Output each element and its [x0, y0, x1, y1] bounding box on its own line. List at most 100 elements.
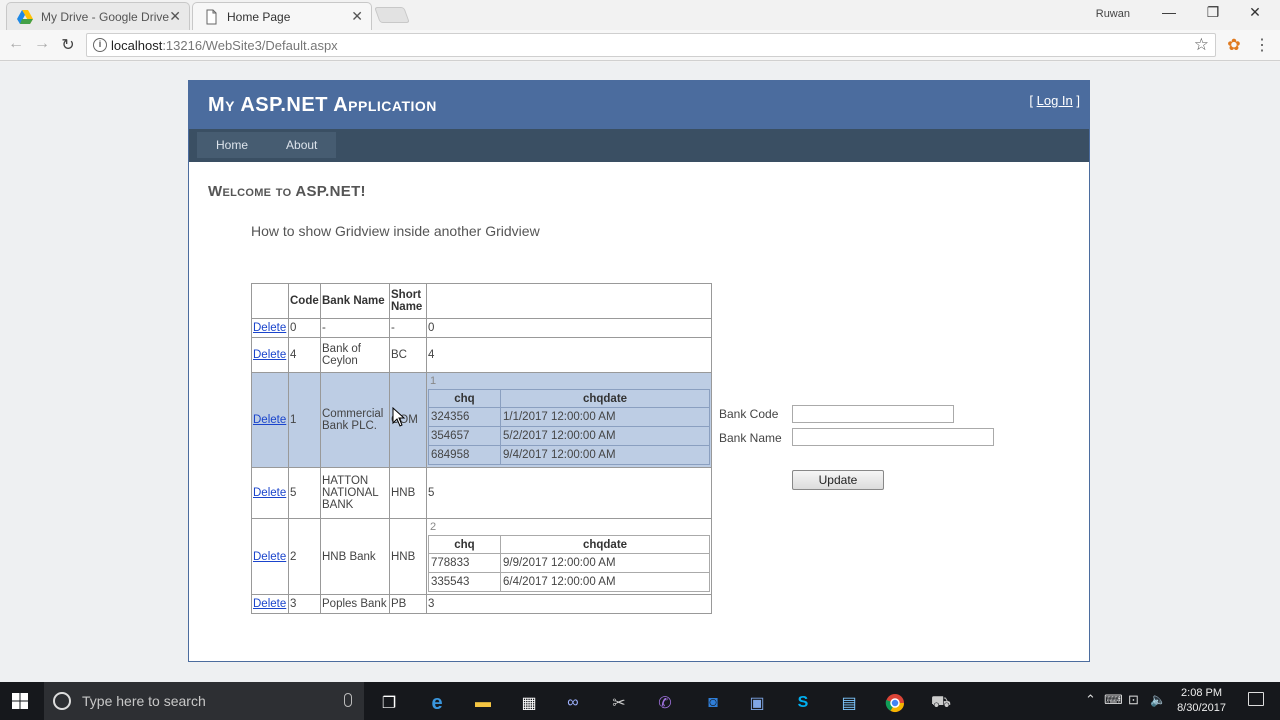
bank-code-input[interactable] [792, 405, 954, 423]
info-icon[interactable]: i [93, 38, 107, 52]
visual-studio-icon[interactable]: ∞ [550, 688, 596, 718]
app-icon[interactable]: ⛟ [918, 688, 964, 718]
taskbar-search[interactable]: Type here to search [44, 682, 364, 720]
profile-name[interactable]: Ruwan [1096, 8, 1130, 20]
tab-home-page[interactable]: Home Page ✕ [192, 2, 372, 30]
cell-nested-grid: 2 chq chqdate 778833 9/9/2017 12:00:00 A… [426, 518, 712, 595]
delete-link[interactable]: Delete [253, 349, 286, 361]
extension-icon[interactable]: ✿ [1224, 35, 1244, 55]
cell-short-name: BC [389, 337, 427, 373]
network-icon[interactable]: ⊡ [1128, 692, 1139, 708]
cheque-row: 335543 6/4/2017 12:00:00 AM [428, 572, 710, 592]
cheque-header-chqdate: chqdate [500, 535, 710, 554]
cell-id: 1 [430, 375, 437, 387]
edge-icon[interactable]: e [414, 688, 460, 718]
menu-item-home[interactable]: Home [197, 132, 268, 158]
page-subtitle: How to show Gridview inside another Grid… [251, 223, 540, 239]
cheque-date: 9/9/2017 12:00:00 AM [500, 553, 710, 573]
table-row[interactable]: Delete 5 HATTON NATIONAL BANK HNB 5 [251, 467, 712, 519]
cheque-number: 324356 [428, 407, 501, 427]
back-icon[interactable]: ← [6, 35, 26, 53]
table-row[interactable]: Delete 2 HNB Bank HNB 2 chq chqdate 7788… [251, 518, 712, 595]
cheque-header-chqdate: chqdate [500, 389, 710, 408]
windows-start-icon[interactable] [12, 693, 28, 709]
cell-id: 4 [426, 337, 712, 373]
cheque-date: 5/2/2017 12:00:00 AM [500, 426, 710, 446]
file-explorer-icon[interactable]: ▬ [460, 688, 506, 718]
restore-icon[interactable]: ❐ [1198, 4, 1228, 21]
cell-bank-name: Bank of Ceylon [320, 337, 390, 373]
outlook-icon[interactable]: ◙ [690, 688, 736, 718]
clock-date: 8/30/2017 [1177, 702, 1226, 714]
google-drive-icon [17, 9, 33, 25]
close-tab-icon[interactable]: ✕ [169, 8, 181, 25]
minimize-icon[interactable]: — [1154, 4, 1184, 20]
address-bar[interactable]: i localhost:13216/WebSite3/Default.aspx … [86, 33, 1216, 57]
cell-id: 3 [426, 594, 712, 614]
close-tab-icon[interactable]: ✕ [351, 8, 363, 25]
cell-code: 4 [288, 337, 321, 373]
microphone-icon[interactable] [344, 693, 352, 707]
table-row-selected[interactable]: Delete 1 Commercial Bank PLC. COM 1 chq … [251, 372, 712, 468]
sql-server-icon[interactable]: ▣ [734, 688, 780, 718]
delete-link[interactable]: Delete [253, 551, 286, 563]
menu-dots-icon[interactable]: ⋮ [1252, 35, 1272, 55]
calculator-icon[interactable]: ▦ [506, 688, 552, 718]
cheque-number: 354657 [428, 426, 501, 446]
cheque-date: 9/4/2017 12:00:00 AM [500, 445, 710, 465]
bank-name-input[interactable] [792, 428, 994, 446]
welcome-heading: Welcome to ASP.NET! [208, 183, 366, 200]
cheque-date: 1/1/2017 12:00:00 AM [500, 407, 710, 427]
grid-header-bank-name: Bank Name [320, 283, 390, 319]
mouse-cursor-icon [392, 407, 406, 427]
tools-icon[interactable]: ✂ [596, 688, 642, 718]
cheque-date: 6/4/2017 12:00:00 AM [500, 572, 710, 592]
action-center-icon[interactable] [1248, 692, 1264, 706]
volume-icon[interactable]: 🔈 [1150, 692, 1166, 708]
login-link[interactable]: Log In [1037, 93, 1073, 108]
cell-nested-grid: 1 chq chqdate 324356 1/1/2017 12:00:00 A… [426, 372, 712, 468]
table-row[interactable]: Delete 3 Poples Bank PB 3 [251, 594, 712, 614]
chrome-icon[interactable] [872, 688, 918, 718]
delete-link[interactable]: Delete [253, 598, 286, 610]
cheque-row: 684958 9/4/2017 12:00:00 AM [428, 445, 710, 465]
login-bracket-open: [ [1029, 93, 1037, 108]
show-hidden-icons[interactable]: ⌃ [1085, 692, 1096, 708]
reload-icon[interactable]: ↻ [58, 35, 78, 55]
nav-menu: Home About [189, 129, 1089, 162]
cell-bank-name: Commercial Bank PLC. [320, 372, 390, 468]
cell-code: 2 [288, 518, 321, 595]
cortana-icon [53, 692, 71, 710]
skype-icon[interactable]: S [780, 688, 826, 718]
table-row[interactable]: Delete 0 - - 0 [251, 318, 712, 338]
menu-item-about[interactable]: About [267, 132, 337, 158]
browser-tabstrip: My Drive - Google Drive ✕ Home Page ✕ Ru… [0, 0, 1280, 30]
clock-time: 2:08 PM [1181, 687, 1223, 699]
cell-bank-name: HATTON NATIONAL BANK [320, 467, 390, 519]
cheque-row: 324356 1/1/2017 12:00:00 AM [428, 407, 710, 427]
viber-icon[interactable]: ✆ [642, 688, 688, 718]
system-clock[interactable]: 2:08 PM 8/30/2017 [1177, 686, 1226, 716]
page-viewport: My ASP.NET Application [ Log In ] Home Ab… [0, 62, 1280, 682]
ime-icon[interactable]: ⌨ [1104, 692, 1123, 708]
update-button[interactable]: Update [792, 470, 884, 490]
grid-header-details [426, 283, 712, 319]
notes-icon[interactable]: ▤ [826, 688, 872, 718]
cell-id: 2 [430, 521, 437, 533]
delete-link[interactable]: Delete [253, 322, 286, 334]
cheque-gridview: chq chqdate 778833 9/9/2017 12:00:00 AM … [428, 535, 710, 592]
cheque-header-row: chq chqdate [428, 389, 710, 408]
delete-link[interactable]: Delete [253, 487, 286, 499]
forward-icon[interactable]: → [32, 35, 52, 53]
cell-code: 0 [288, 318, 321, 338]
window-close-icon[interactable]: ✕ [1240, 4, 1270, 21]
task-view-icon[interactable]: ❐ [366, 688, 412, 718]
grid-header-short-name: Short Name [389, 283, 427, 319]
cheque-header-chq: chq [428, 389, 501, 408]
cheque-gridview: chq chqdate 324356 1/1/2017 12:00:00 AM … [428, 389, 710, 465]
tab-google-drive[interactable]: My Drive - Google Drive ✕ [6, 2, 190, 30]
table-row[interactable]: Delete 4 Bank of Ceylon BC 4 [251, 337, 712, 373]
bookmark-star-icon[interactable]: ☆ [1194, 35, 1209, 55]
new-tab-button[interactable] [374, 7, 410, 23]
delete-link[interactable]: Delete [253, 414, 286, 426]
